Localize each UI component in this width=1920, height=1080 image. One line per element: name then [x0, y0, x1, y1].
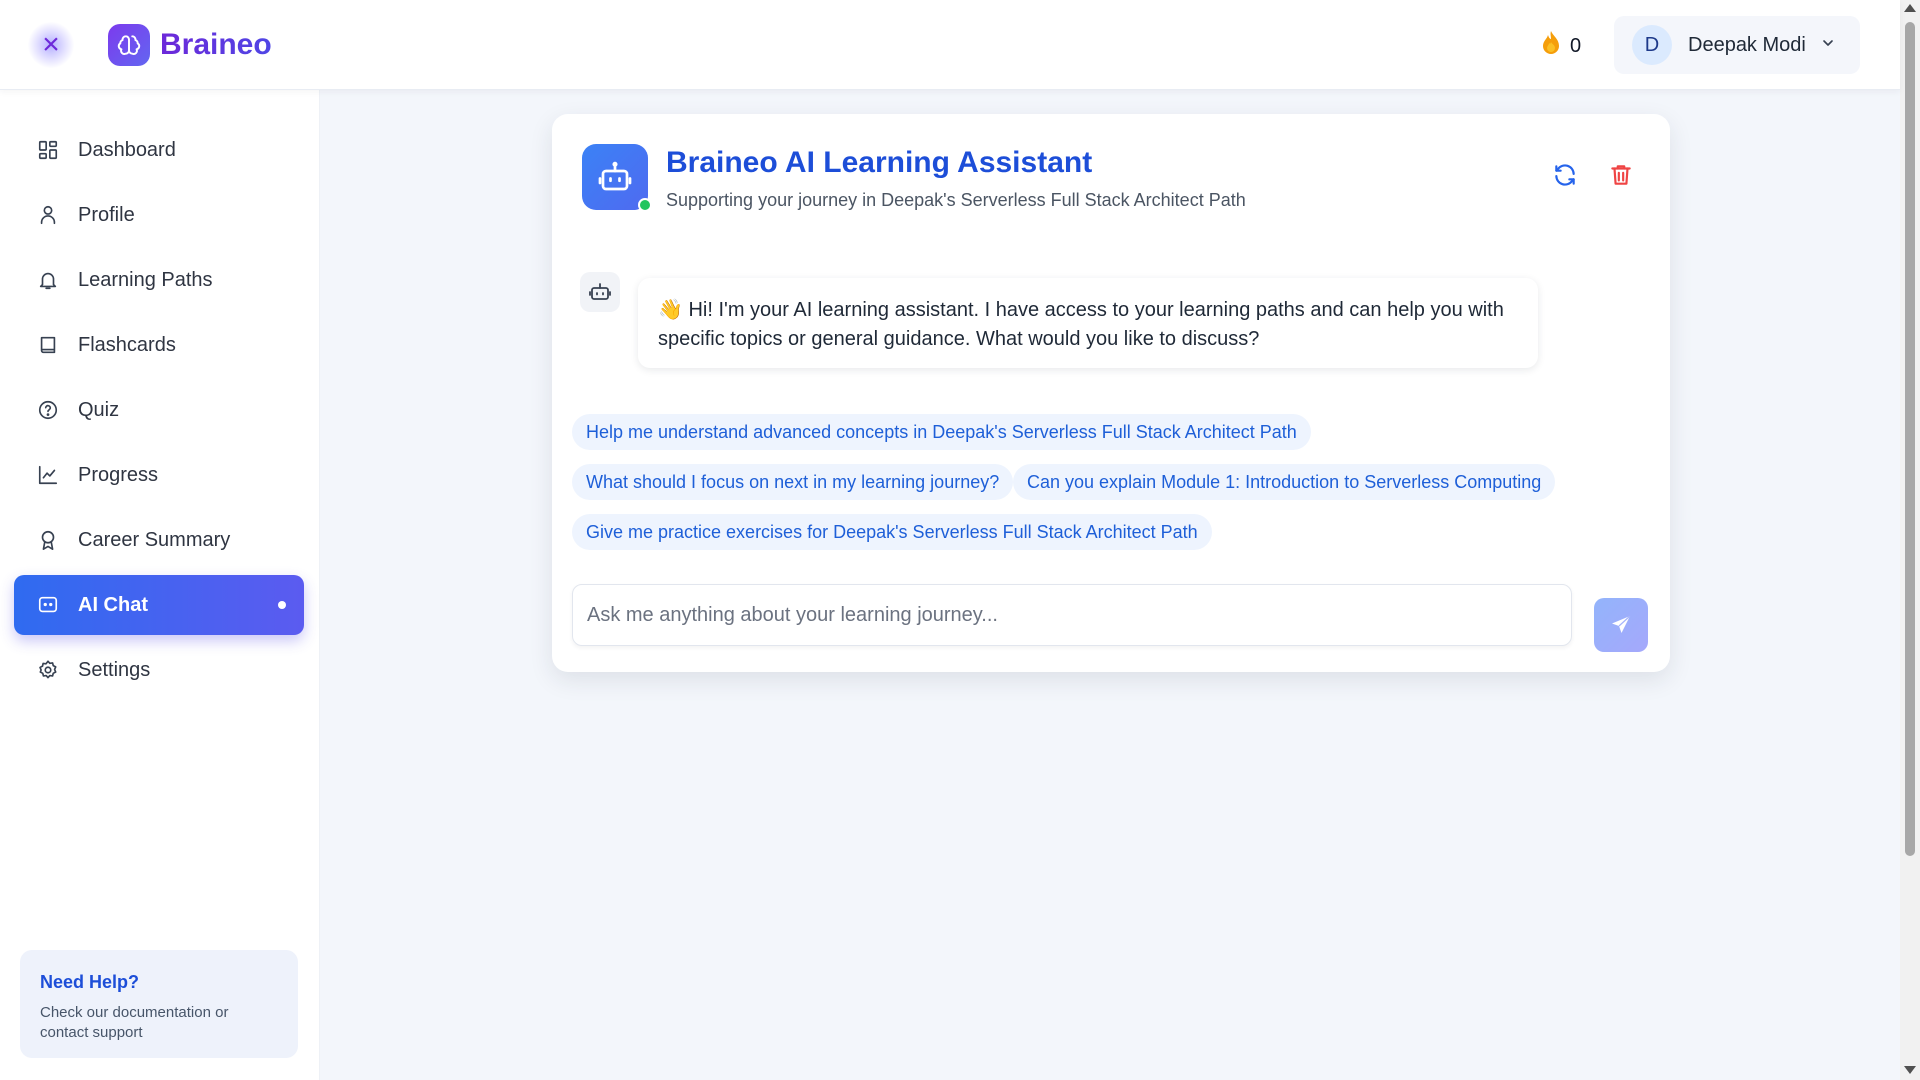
page-scrollbar[interactable]	[1900, 0, 1920, 1080]
avatar: D	[1632, 25, 1672, 65]
clear-chat-button[interactable]	[1608, 162, 1638, 192]
chevron-down-icon	[1820, 35, 1836, 56]
brand-name: Braineo	[160, 28, 272, 61]
help-circle-icon	[36, 398, 60, 422]
streak-counter: 0	[1540, 30, 1581, 62]
page-subtitle: Supporting your journey in Deepak's Serv…	[666, 190, 1246, 210]
close-sidebar-button[interactable]: ×	[28, 22, 74, 68]
help-title: Need Help?	[40, 972, 140, 992]
sidebar-item-label: Learning Paths	[78, 268, 213, 291]
robot-icon	[598, 161, 632, 191]
sidebar-item-label: Quiz	[78, 398, 120, 421]
chat-input-container[interactable]	[572, 584, 1572, 646]
book-icon	[36, 333, 60, 357]
refresh-icon	[1555, 164, 1575, 186]
scroll-up-arrow-icon[interactable]	[1904, 4, 1916, 12]
brain-logo-icon	[108, 24, 150, 66]
user-menu-button[interactable]: D Deepak Modi	[1614, 16, 1860, 74]
close-icon: ×	[42, 28, 60, 61]
chat-card: Braineo AI Learning Assistant Supporting…	[552, 114, 1670, 672]
help-text: Check our documentation or contact suppo…	[40, 1004, 229, 1041]
sidebar: Dashboard Profile Learning Paths Flashca…	[0, 90, 320, 1080]
flame-icon	[1540, 30, 1562, 62]
top-header: × Braineo 0 D Deepak Modi	[0, 0, 1900, 90]
sidebar-item-flashcards[interactable]: Flashcards	[14, 315, 304, 375]
sidebar-item-label: Progress	[78, 463, 159, 486]
sidebar-item-label: Dashboard	[78, 138, 176, 161]
sidebar-item-label: AI Chat	[78, 593, 148, 616]
sidebar-item-progress[interactable]: Progress	[14, 445, 304, 505]
sidebar-item-label: Profile	[78, 203, 135, 226]
online-status-dot	[638, 198, 652, 212]
line-chart-icon	[36, 463, 60, 487]
suggestion-chip[interactable]: What should I focus on next in my learni…	[572, 464, 1014, 500]
send-icon	[1612, 615, 1631, 633]
bell-icon	[36, 268, 60, 292]
brand[interactable]: Braineo	[108, 24, 272, 66]
sidebar-item-ai-chat[interactable]: AI Chat	[14, 575, 304, 635]
user-icon	[36, 203, 60, 227]
award-icon	[36, 528, 60, 552]
help-card[interactable]: Need Help? Check our documentation or co…	[20, 950, 298, 1058]
refresh-button[interactable]	[1552, 162, 1582, 192]
trash-icon	[1611, 165, 1631, 185]
gear-icon	[36, 658, 60, 682]
scroll-down-arrow-icon[interactable]	[1904, 1066, 1916, 1074]
suggestion-chip[interactable]: Give me practice exercises for Deepak's …	[572, 514, 1212, 550]
sidebar-item-label: Career Summary	[78, 528, 231, 551]
suggestion-chip[interactable]: Help me understand advanced concepts in …	[572, 414, 1311, 450]
active-indicator	[278, 601, 286, 609]
sidebar-item-dashboard[interactable]: Dashboard	[14, 120, 304, 180]
page-title: Braineo AI Learning Assistant	[666, 146, 1093, 179]
dashboard-icon	[36, 138, 60, 162]
robot-icon	[589, 283, 611, 300]
sidebar-item-label: Settings	[78, 658, 151, 681]
assistant-message: 👋 Hi! I'm your AI learning assistant. I …	[638, 278, 1538, 368]
sidebar-item-quiz[interactable]: Quiz	[14, 380, 304, 440]
streak-count: 0	[1570, 34, 1582, 57]
assistant-avatar	[582, 144, 648, 210]
scroll-thumb[interactable]	[1905, 22, 1915, 856]
chat-input[interactable]	[587, 603, 1557, 627]
sidebar-item-label: Flashcards	[78, 333, 176, 356]
sidebar-item-learning-paths[interactable]: Learning Paths	[14, 250, 304, 310]
message-avatar	[580, 272, 620, 312]
send-button[interactable]	[1594, 598, 1648, 652]
sidebar-item-career-summary[interactable]: Career Summary	[14, 510, 304, 570]
chat-icon	[36, 593, 60, 617]
user-name: Deepak Modi	[1688, 33, 1806, 56]
sidebar-item-profile[interactable]: Profile	[14, 185, 304, 245]
suggestion-chip[interactable]: Can you explain Module 1: Introduction t…	[1013, 464, 1556, 500]
sidebar-item-settings[interactable]: Settings	[14, 640, 304, 700]
